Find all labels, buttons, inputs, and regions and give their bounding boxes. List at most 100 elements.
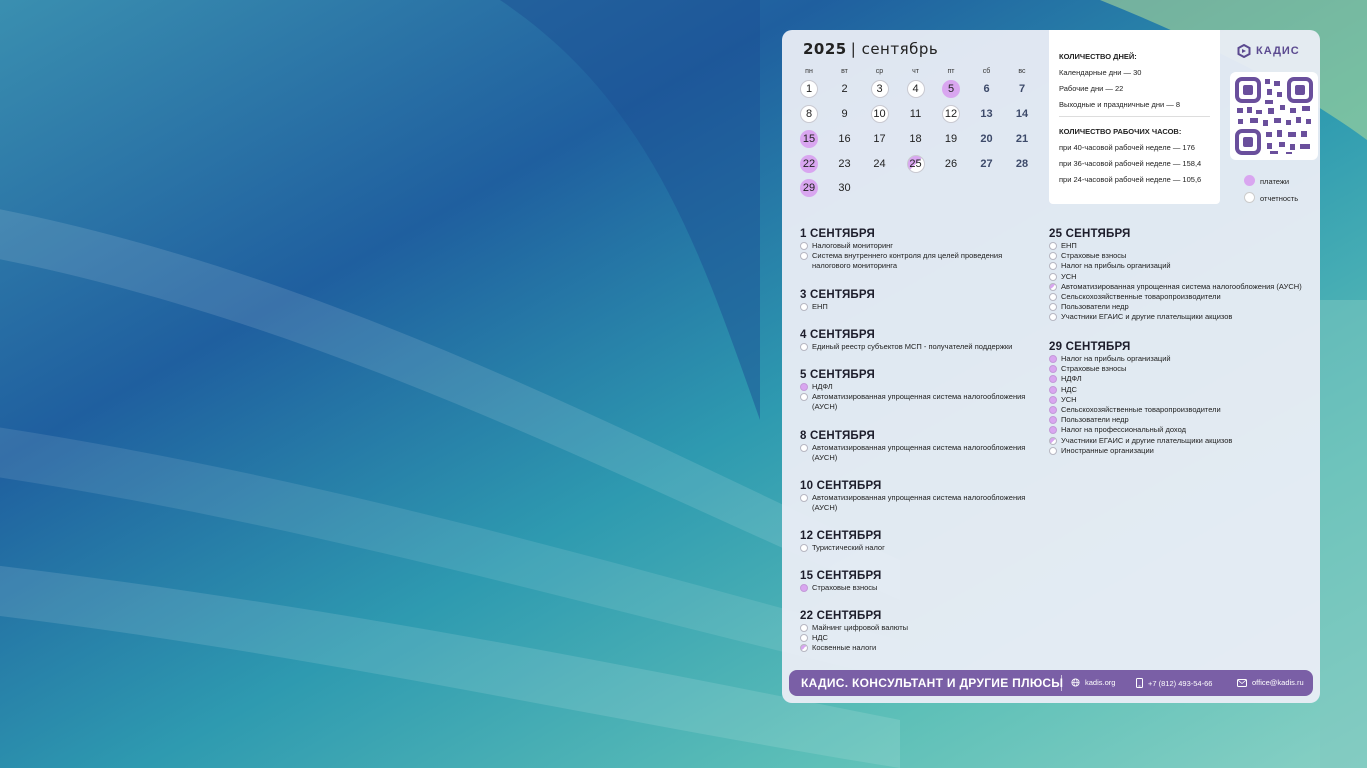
event-item-label: Туристический налог	[812, 543, 885, 552]
event-section: 3 СЕНТЯБРЯ ЕНП	[800, 289, 1028, 312]
calendar-day[interactable]: 28	[1013, 155, 1031, 173]
calendar-day[interactable]: 1	[800, 80, 818, 98]
footer-site[interactable]: kadis.org	[1071, 678, 1115, 687]
event-item: ЕНП	[800, 302, 1028, 312]
calendar-day[interactable]: 15	[800, 129, 818, 148]
event-date: 12 СЕНТЯБРЯ	[800, 530, 882, 542]
calendar-day[interactable]: 30	[836, 179, 854, 197]
event-item: Страховые взносы	[1049, 251, 1313, 261]
days-heading: КОЛИЧЕСТВО ДНЕЙ:	[1059, 52, 1137, 61]
calendar-month: | сентябрь	[850, 40, 939, 58]
event-item: Страховые взносы	[800, 583, 1028, 593]
calendar-day[interactable]: 5	[942, 80, 960, 98]
event-item: Налог на профессиональный доход	[1049, 425, 1313, 435]
event-section: 1 СЕНТЯБРЯ Налоговый мониторинг Система вн…	[800, 228, 1028, 272]
globe-icon	[1071, 678, 1080, 687]
footer-bar: КАДИС. КОНСУЛЬТАНТ И ДРУГИЕ ПЛЮСЫ kadis.…	[789, 670, 1313, 696]
kadis-logo-icon	[1237, 44, 1251, 58]
calendar-day[interactable]: 4	[906, 80, 925, 98]
event-item-label: Автоматизированная упрощенная система на…	[812, 392, 1026, 412]
weekday-label: чт	[912, 68, 919, 75]
calendar-title: 2025 | сентябрь	[803, 40, 938, 58]
weekday-label: ср	[875, 68, 884, 75]
calendar-day[interactable]: 29	[800, 179, 818, 197]
calendar-day[interactable]: 23	[836, 155, 854, 173]
calendar-day[interactable]: 17	[871, 130, 889, 148]
event-item: Налог на прибыль организаций	[1049, 354, 1313, 364]
calendar-day[interactable]: 13	[978, 105, 996, 123]
hours-24: при 24-часовой рабочей неделе — 105,6	[1059, 175, 1202, 184]
event-item: Налог на прибыль организаций	[1049, 261, 1313, 271]
calendar-day[interactable]: 8	[800, 105, 818, 123]
weekday-label: сб	[982, 68, 991, 75]
calendar-day[interactable]: 16	[836, 130, 854, 148]
calendar-day[interactable]: 27	[978, 155, 996, 173]
payment-dot-icon	[800, 584, 808, 592]
footer-email[interactable]: office@kadis.ru	[1237, 678, 1304, 687]
weekday-label: вт	[841, 68, 848, 75]
calendar-day[interactable]: 24	[871, 155, 889, 173]
event-item-label: Сельскохозяйственные товаропроизводители	[1061, 405, 1221, 415]
event-date: 22 СЕНТЯБРЯ	[800, 610, 882, 622]
calendar-day[interactable]: 10	[870, 105, 889, 123]
event-item-label: Налог на прибыль организаций	[1061, 354, 1171, 363]
event-section: 22 СЕНТЯБРЯ Майнинг цифровой валюты НДС Кос…	[800, 610, 1028, 654]
payment-dot-icon	[1049, 355, 1057, 363]
calendar-day[interactable]: 2	[836, 80, 854, 98]
calendar-day[interactable]: 6	[978, 80, 996, 98]
report-dot-icon	[1049, 262, 1057, 271]
qr-code	[1230, 72, 1318, 160]
event-item-label: ЕНП	[1061, 241, 1077, 250]
calendar-day[interactable]: 20	[978, 130, 996, 148]
event-date: 1 СЕНТЯБРЯ	[800, 228, 875, 240]
calendar-day[interactable]: 7	[1013, 80, 1031, 98]
calendar-day[interactable]: 11	[907, 105, 925, 123]
event-item-label: ЕНП	[812, 302, 828, 311]
payment-dot-icon	[1049, 365, 1057, 374]
event-item: Пользователи недр	[1049, 302, 1313, 312]
calendar-day[interactable]: 14	[1013, 105, 1031, 123]
weekend-days-count: Выходные и праздничные дни — 8	[1059, 100, 1181, 109]
calendar-day[interactable]: 21	[1013, 130, 1031, 148]
event-section: 12 СЕНТЯБРЯ Туристический налог	[800, 530, 1028, 553]
payment-dot-icon	[1049, 426, 1057, 435]
mixed-dot-icon	[800, 644, 808, 653]
event-date: 8 СЕНТЯБРЯ	[800, 430, 875, 442]
payment-dot-icon	[800, 383, 808, 391]
event-item-label: УСН	[1061, 394, 1077, 404]
event-item: Единый реестр субъектов МСП - получателе…	[800, 342, 1028, 352]
calendar-day[interactable]: 19	[942, 130, 960, 148]
event-date: 5 СЕНТЯБРЯ	[800, 369, 875, 381]
event-item-label: Автоматизированная упрощенная система на…	[812, 493, 1026, 513]
calendar-day[interactable]: 18	[907, 130, 925, 148]
event-item: Участники ЕГАИС и другие плательщики акц…	[1049, 312, 1313, 322]
event-section: 29 СЕНТЯБРЯ Налог на прибыль организаций С…	[1049, 341, 1313, 456]
weekday-label: вс	[1018, 68, 1026, 75]
event-item: Страховые взносы	[1049, 364, 1313, 374]
brand-logo: КАДИС	[1237, 44, 1300, 58]
event-item-label: НДФЛ	[812, 382, 833, 391]
legend-reports-label: отчетность	[1260, 194, 1299, 203]
event-item: Автоматизированная упрощенная система на…	[800, 392, 1028, 412]
report-dot-icon	[1049, 272, 1057, 281]
event-date: 29 СЕНТЯБРЯ	[1049, 341, 1131, 353]
report-dot-icon	[800, 303, 808, 311]
calendar-day[interactable]: 12	[942, 105, 960, 123]
calendar-day[interactable]: 26	[942, 155, 960, 173]
calendar-day[interactable]: 25	[906, 154, 925, 173]
event-section: 4 СЕНТЯБРЯ Единый реестр субъектов МСП - …	[800, 329, 1028, 352]
calendar-day[interactable]: 9	[836, 105, 854, 123]
report-dot-icon	[800, 494, 808, 502]
event-item: Участники ЕГАИС и другие плательщики акц…	[1049, 436, 1313, 446]
payment-dot-icon	[1049, 406, 1057, 415]
event-date: 4 СЕНТЯБРЯ	[800, 329, 875, 341]
weekday-label: пт	[947, 68, 955, 75]
calendar-day[interactable]: 22	[800, 154, 818, 173]
payment-dot-icon	[1049, 395, 1057, 404]
footer-phone[interactable]: +7 (812) 493-54-66	[1136, 678, 1212, 688]
event-item-label: Иностранные организации	[1061, 445, 1154, 455]
event-item-label: Участники ЕГАИС и другие плательщики акц…	[1061, 312, 1233, 322]
stats-divider	[1059, 116, 1210, 117]
calendar-day[interactable]: 3	[870, 80, 889, 98]
event-item-label: Страховые взносы	[1061, 364, 1127, 374]
